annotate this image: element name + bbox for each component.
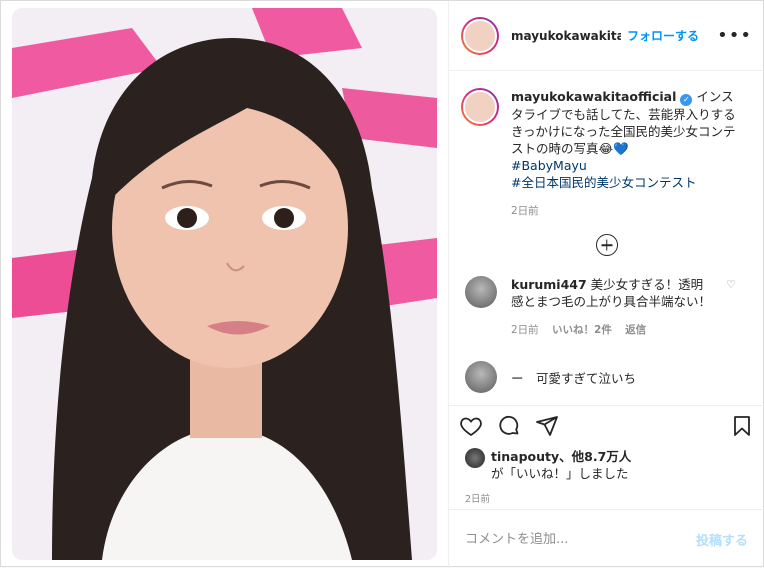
hashtag-contest[interactable]: #全日本国民的美少女コンテスト: [511, 174, 736, 191]
partial-commenter-avatar[interactable]: [465, 361, 497, 393]
load-more-plus-icon[interactable]: [595, 234, 618, 256]
post-side-panel: mayukokawakitaofficial フォローする ••• mayuko…: [448, 1, 764, 568]
liker-avatar[interactable]: [465, 448, 485, 468]
comment-body: kurumi447 美少女すぎる！透明感とまつ毛の上がり具合半端ない！ 2日前 …: [511, 276, 711, 339]
caption-text-block: mayukokawakitaofficial ✓ インスタライブでも話してた、芸…: [511, 88, 736, 220]
comment-time: 2日前: [511, 324, 539, 336]
caption: mayukokawakitaofficial ✓ インスタライブでも話してた、芸…: [449, 72, 764, 220]
heart-icon[interactable]: [459, 414, 483, 438]
post-photo[interactable]: [12, 8, 437, 560]
comment-meta: 2日前 いいね！2件 返信: [511, 322, 711, 339]
verified-badge-icon: ✓: [680, 94, 693, 106]
caption-author-avatar[interactable]: [461, 88, 499, 126]
likes-summary: tinapouty、他8.7万人 が「いいね！」しました: [465, 448, 631, 482]
action-bar: [449, 405, 764, 445]
hashtag-babymayu[interactable]: #BabyMayu: [511, 157, 736, 174]
other-likers-count[interactable]: 、他8.7万人: [559, 449, 631, 464]
caption-username[interactable]: mayukokawakitaofficial: [511, 89, 676, 104]
add-comment-bar: 投稿する: [449, 509, 764, 568]
author-username[interactable]: mayukokawakitaofficial: [511, 29, 621, 43]
follow-button[interactable]: フォローする: [627, 27, 699, 44]
comments-scroll-area[interactable]: mayukokawakitaofficial ✓ インスタライブでも話してた、芸…: [449, 72, 764, 405]
share-send-icon[interactable]: [535, 414, 559, 438]
post-time: 2日前: [465, 494, 491, 505]
reply-button[interactable]: 返信: [625, 324, 646, 336]
likes-suffix: が「いいね！」しました: [491, 466, 629, 481]
post-header: mayukokawakitaofficial フォローする •••: [449, 1, 764, 71]
partial-comment-text: ー 可愛すぎて泣いち: [511, 370, 637, 386]
more-options-icon[interactable]: •••: [717, 25, 752, 46]
commenter-avatar[interactable]: [465, 276, 497, 308]
liker-username[interactable]: tinapouty: [491, 449, 559, 464]
girl-portrait-image: [12, 8, 437, 560]
partial-comment-item: ー 可愛すぎて泣いち: [465, 361, 764, 393]
caption-time: 2日前: [511, 205, 539, 217]
bookmark-icon[interactable]: [730, 414, 754, 438]
comment-like-heart-icon[interactable]: ♡: [726, 278, 736, 291]
post-comment-button[interactable]: 投稿する: [696, 530, 748, 549]
author-avatar[interactable]: [461, 16, 499, 55]
comment-input[interactable]: [465, 531, 696, 547]
commenter-username[interactable]: kurumi447: [511, 277, 587, 292]
comment-bubble-icon[interactable]: [497, 414, 521, 438]
post-dialog: mayukokawakitaofficial フォローする ••• mayuko…: [0, 0, 764, 568]
load-more-comments: [449, 234, 764, 256]
comment-item: kurumi447 美少女すぎる！透明感とまつ毛の上がり具合半端ない！ 2日前 …: [449, 256, 764, 339]
comment-likes[interactable]: いいね！2件: [552, 324, 612, 336]
